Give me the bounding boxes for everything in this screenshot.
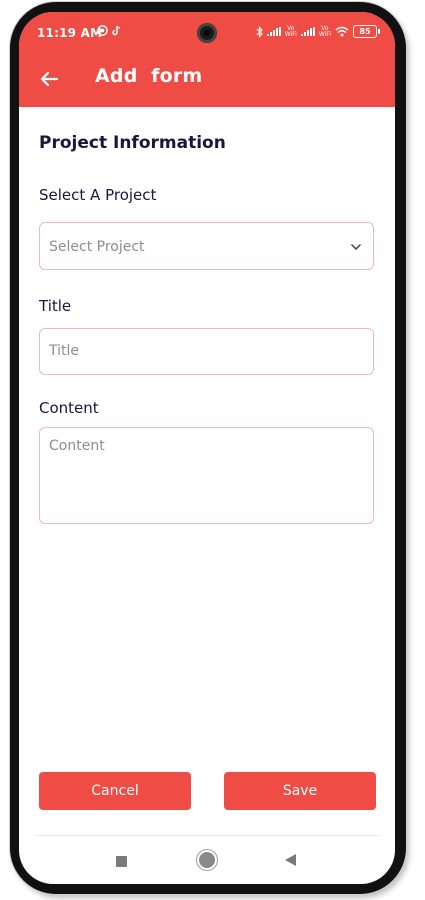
back-triangle-icon[interactable] [285,854,296,866]
status-left-icons [97,25,121,36]
cancel-button[interactable]: Cancel [39,772,191,810]
status-time: 11:19 AM [37,26,103,40]
section-title: Project Information [39,133,226,153]
project-select[interactable]: Select Project [39,222,374,270]
title-input-placeholder: Title [49,343,80,359]
title-label: Title [39,297,72,315]
app-bar: 11:19 AM Vo WiFi Vo WiFi 85 Add form [19,12,395,107]
battery-icon: 85 [353,25,380,38]
bluetooth-icon [256,25,263,38]
save-button[interactable]: Save [224,772,376,810]
back-arrow-icon[interactable] [37,67,61,91]
project-label: Select A Project [39,186,157,204]
signal-icon-1 [266,27,281,36]
content-textarea[interactable]: Content [39,427,374,524]
vowifi-label-2: Vo WiFi [318,24,331,38]
home-circle-icon[interactable] [199,852,215,868]
chevron-down-icon [351,244,361,250]
app-screen: 11:19 AM Vo WiFi Vo WiFi 85 Add form Pro… [19,12,395,884]
wifi-icon [335,26,349,37]
content-label: Content [39,399,99,417]
content-textarea-placeholder: Content [49,438,105,454]
status-bar: 11:19 AM Vo WiFi Vo WiFi 85 [19,23,395,46]
signal-icon-2 [300,27,315,36]
status-right-icons: Vo WiFi Vo WiFi 85 [256,24,380,38]
title-input[interactable]: Title [39,328,374,375]
project-select-placeholder: Select Project [49,239,145,255]
page-title: Add form [95,65,203,87]
vowifi-label-1: Vo WiFi [284,24,297,38]
recents-square-icon[interactable] [116,856,127,867]
whatsapp-icon [97,25,108,36]
front-camera [197,23,217,43]
system-nav-bar [19,836,395,884]
tiktok-icon [112,25,121,36]
